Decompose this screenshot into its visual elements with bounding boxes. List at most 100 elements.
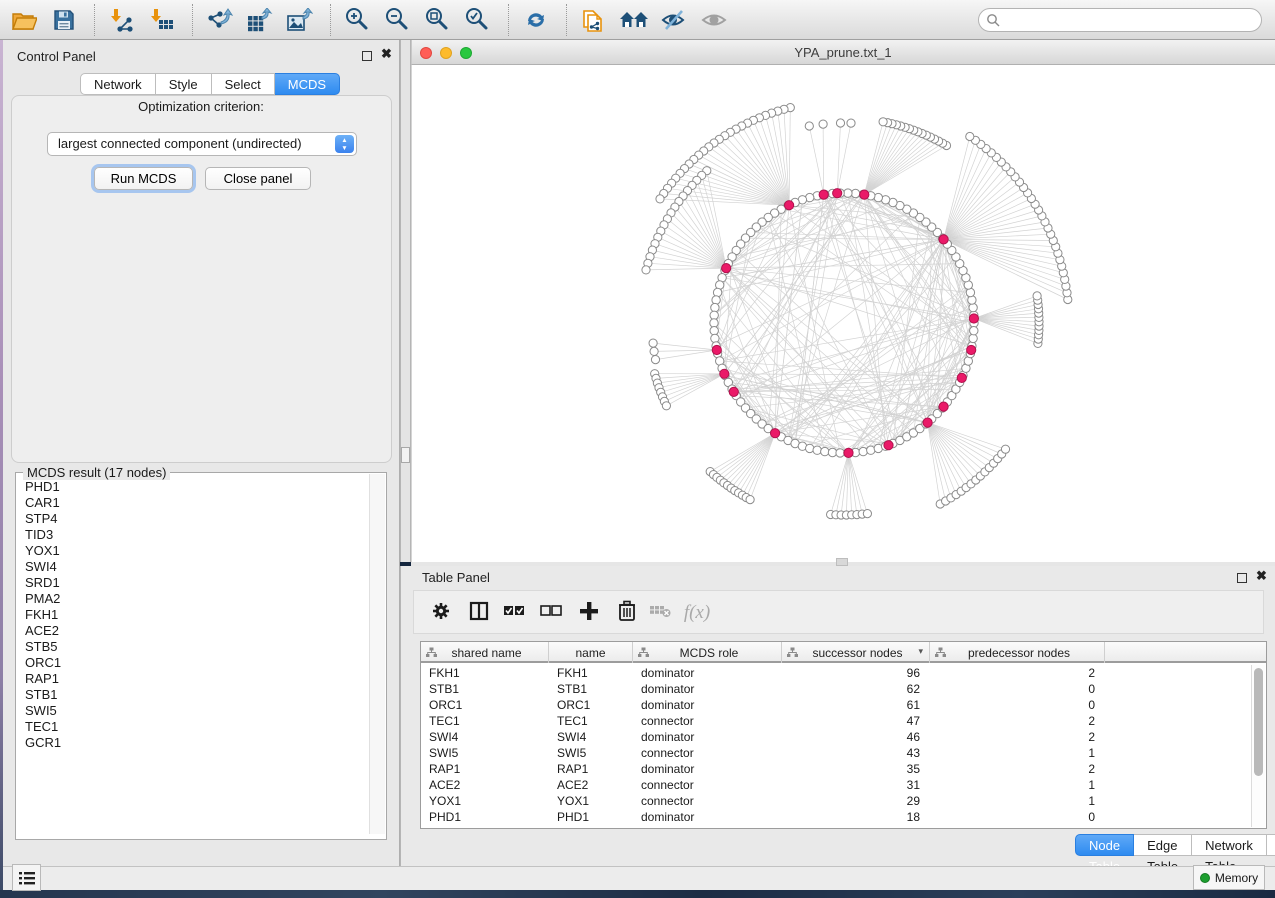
mcds-result-node[interactable]: STB5: [17, 639, 369, 655]
column-header-shared-name[interactable]: shared name: [421, 642, 549, 663]
control-panel-float-icon[interactable]: [362, 51, 372, 61]
mcds-result-node[interactable]: PMA2: [17, 591, 369, 607]
mcds-result-node[interactable]: TID3: [17, 527, 369, 543]
export-image-button[interactable]: [284, 5, 316, 35]
tab-edge-table[interactable]: Edge Table: [1134, 834, 1192, 856]
new-network-from-selection-button[interactable]: [578, 5, 610, 35]
gear-button[interactable]: [426, 599, 456, 627]
mcds-result-node[interactable]: STP4: [17, 511, 369, 527]
save-button[interactable]: [48, 5, 80, 35]
table-panel-float-icon[interactable]: [1237, 573, 1247, 583]
table-row[interactable]: FKH1FKH1dominator962: [421, 665, 1252, 681]
tab-node-table[interactable]: Node Table: [1075, 834, 1134, 856]
zoom-selected-button[interactable]: [462, 5, 494, 35]
mcds-result-node[interactable]: RAP1: [17, 671, 369, 687]
node-table[interactable]: shared name name MCDS rolesuccessor nodes▾…: [420, 641, 1267, 829]
horizontal-splitter-handle[interactable]: [836, 558, 848, 566]
zoom-fit-button[interactable]: [422, 5, 454, 35]
zoom-in-button[interactable]: [342, 5, 374, 35]
table-scrollbar[interactable]: [1251, 665, 1265, 827]
import-table-button[interactable]: [146, 5, 178, 35]
mcds-result-node[interactable]: YOX1: [17, 543, 369, 559]
table-row[interactable]: ACE2ACE2connector311: [421, 777, 1252, 793]
tab-motifs[interactable]: Motifs: [1267, 834, 1275, 856]
table-panel-title: Table Panel: [422, 570, 490, 585]
vertical-splitter[interactable]: [400, 40, 411, 562]
cell-shared-name: STB1: [421, 681, 549, 697]
columns-button[interactable]: [464, 599, 494, 627]
search-input[interactable]: [1005, 10, 1255, 30]
mcds-result-node[interactable]: SWI5: [17, 703, 369, 719]
mcds-result-node[interactable]: ACE2: [17, 623, 369, 639]
mcds-result-node[interactable]: STB1: [17, 687, 369, 703]
cell-MCDS-role: dominator: [633, 681, 782, 697]
mcds-result-node[interactable]: TEC1: [17, 719, 369, 735]
criterion-dropdown[interactable]: largest connected component (undirected)…: [47, 132, 357, 156]
cell-shared-name: FKH1: [421, 665, 549, 681]
column-header-MCDS-role[interactable]: MCDS role: [633, 642, 782, 663]
mcds-result-node[interactable]: CAR1: [17, 495, 369, 511]
panels-menu-button[interactable]: [12, 864, 41, 891]
mcds-result-node[interactable]: PHD1: [17, 479, 369, 495]
vertical-splitter-handle[interactable]: [401, 447, 410, 463]
tab-style[interactable]: Style: [156, 73, 212, 95]
cell-successor-nodes: 62: [782, 681, 930, 697]
zoom-out-button[interactable]: [382, 5, 414, 35]
table-row[interactable]: ORC1ORC1dominator610: [421, 697, 1252, 713]
run-mcds-button[interactable]: Run MCDS: [94, 167, 193, 190]
export-table-button[interactable]: [244, 5, 276, 35]
toolbar-separator: [508, 4, 509, 36]
table-row[interactable]: SWI4SWI4dominator462: [421, 729, 1252, 745]
dropdown-stepper-icon: ▲▼: [335, 135, 354, 153]
cell-predecessor-nodes: 2: [930, 665, 1105, 681]
memory-button[interactable]: Memory: [1193, 865, 1265, 890]
mcds-result-node[interactable]: SRD1: [17, 575, 369, 591]
refresh-button[interactable]: [520, 5, 552, 35]
tab-network[interactable]: Network: [80, 73, 156, 95]
import-network-button[interactable]: [106, 5, 138, 35]
column-header-predecessor-nodes[interactable]: predecessor nodes: [930, 642, 1105, 663]
toolbar-separator: [566, 4, 567, 36]
mcds-result-node[interactable]: FKH1: [17, 607, 369, 623]
select-all-button[interactable]: [499, 599, 529, 627]
table-row[interactable]: YOX1YOX1connector291: [421, 793, 1252, 809]
zoom-in-icon: [346, 8, 370, 32]
mcds-result-scrollbar[interactable]: [369, 474, 385, 834]
trash-button[interactable]: [612, 599, 642, 627]
column-header-successor-nodes[interactable]: successor nodes▾: [782, 642, 930, 663]
control-panel-close-icon[interactable]: ✖: [381, 49, 392, 59]
table-row[interactable]: STB1STB1dominator620: [421, 681, 1252, 697]
cell-name: SWI4: [549, 729, 633, 745]
add-column-button[interactable]: [574, 599, 604, 627]
close-panel-button[interactable]: Close panel: [205, 167, 311, 190]
table-scrollbar-thumb[interactable]: [1254, 668, 1263, 776]
tab-network-table[interactable]: Network Table: [1192, 834, 1267, 856]
mcds-result-list[interactable]: PHD1CAR1STP4TID3YOX1SWI4SRD1PMA2FKH1ACE2…: [17, 479, 369, 835]
open-button[interactable]: [8, 5, 40, 35]
table-row[interactable]: RAP1RAP1dominator352: [421, 761, 1252, 777]
mcds-result-node[interactable]: ORC1: [17, 655, 369, 671]
search-box[interactable]: [978, 8, 1262, 32]
column-label: name: [575, 646, 605, 660]
export-network-button[interactable]: [204, 5, 236, 35]
tab-select[interactable]: Select: [212, 73, 275, 95]
table-row[interactable]: SWI5SWI5connector431: [421, 745, 1252, 761]
cell-successor-nodes: 29: [782, 793, 930, 809]
column-header-name[interactable]: name: [549, 642, 633, 663]
network-window-title: YPA_prune.txt_1: [411, 45, 1275, 60]
cell-successor-nodes: 35: [782, 761, 930, 777]
hide-selected-button[interactable]: [658, 5, 690, 35]
first-neighbors-button[interactable]: [618, 5, 650, 35]
cell-predecessor-nodes: 1: [930, 745, 1105, 761]
mcds-result-group: MCDS result (17 nodes) PHD1CAR1STP4TID3Y…: [15, 472, 387, 840]
network-canvas[interactable]: [411, 65, 1275, 562]
table-row[interactable]: PHD1PHD1dominator180: [421, 809, 1252, 825]
mcds-result-node[interactable]: GCR1: [17, 735, 369, 751]
cell-successor-nodes: 43: [782, 745, 930, 761]
table-row[interactable]: TEC1TEC1connector472: [421, 713, 1252, 729]
deselect-all-button[interactable]: [536, 599, 566, 627]
tab-mcds[interactable]: MCDS: [275, 73, 340, 95]
table-panel-close-icon[interactable]: ✖: [1256, 571, 1267, 581]
mcds-result-node[interactable]: SWI4: [17, 559, 369, 575]
import-table-icon: [150, 8, 174, 32]
